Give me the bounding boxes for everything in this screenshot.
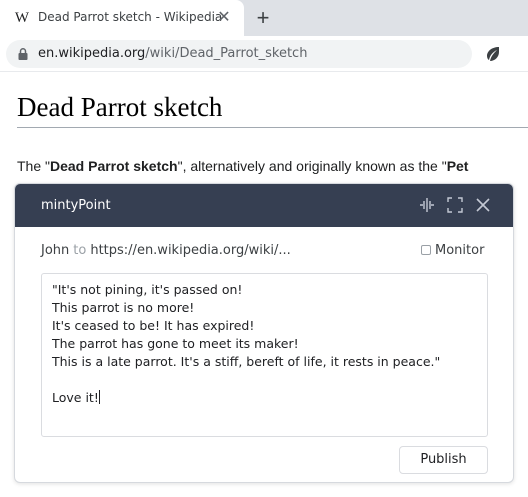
target-url: https://en.wikipedia.org/wiki/... [90, 243, 290, 258]
user-name: John [41, 243, 69, 258]
url-path: /wiki/Dead_Parrot_sketch [145, 46, 307, 61]
intro-paragraph: The "Dead Parrot sketch", alternatively … [17, 158, 468, 174]
lock-icon[interactable] [16, 47, 30, 61]
mintypoint-popup: mintyPoint Johnto https://en.wikipedia.or… [14, 183, 514, 483]
tab-title: Dead Parrot sketch - Wikipedia [38, 10, 222, 24]
intro-bold-2: Pet [447, 158, 469, 174]
close-icon[interactable]: ✕ [216, 10, 232, 26]
address-bar[interactable]: en.wikipedia.org/wiki/Dead_Parrot_sketch [6, 40, 472, 68]
comment-body: "It's not pining, it's passed on! This p… [52, 282, 440, 405]
tab-strip: W Dead Parrot sketch - Wikipedia ✕ + [0, 0, 528, 36]
split-view-icon[interactable] [419, 197, 435, 213]
intro-pre: The " [17, 158, 50, 174]
intro-mid: ", alternatively and originally known as… [178, 158, 447, 174]
fullscreen-icon[interactable] [447, 197, 463, 213]
leaf-extension-icon[interactable] [484, 45, 502, 63]
share-target: Johnto https://en.wikipedia.org/wiki/... [41, 243, 291, 258]
new-tab-plus-icon[interactable]: + [252, 7, 274, 29]
page-title: Dead Parrot sketch [17, 92, 222, 123]
to-label: to [73, 243, 86, 258]
monitor-toggle[interactable]: Monitor [421, 243, 484, 258]
browser-toolbar: en.wikipedia.org/wiki/Dead_Parrot_sketch [0, 36, 528, 72]
publish-button[interactable]: Publish [399, 446, 488, 474]
url-host: en.wikipedia.org [38, 46, 145, 61]
comment-text: "It's not pining, it's passed on! This p… [52, 281, 440, 407]
wikipedia-favicon-icon: W [14, 10, 30, 26]
popup-brand: mintyPoint [41, 198, 111, 213]
monitor-label: Monitor [435, 243, 484, 258]
browser-tab[interactable]: W Dead Parrot sketch - Wikipedia ✕ [0, 0, 244, 36]
comment-textarea[interactable]: "It's not pining, it's passed on! This p… [41, 273, 488, 437]
popup-header: mintyPoint [15, 184, 514, 227]
text-cursor [99, 390, 100, 404]
monitor-checkbox[interactable] [421, 245, 431, 255]
title-divider [17, 127, 528, 128]
intro-bold-1: Dead Parrot sketch [50, 158, 178, 174]
close-icon[interactable] [475, 197, 491, 213]
url-text[interactable]: en.wikipedia.org/wiki/Dead_Parrot_sketch [38, 46, 307, 61]
